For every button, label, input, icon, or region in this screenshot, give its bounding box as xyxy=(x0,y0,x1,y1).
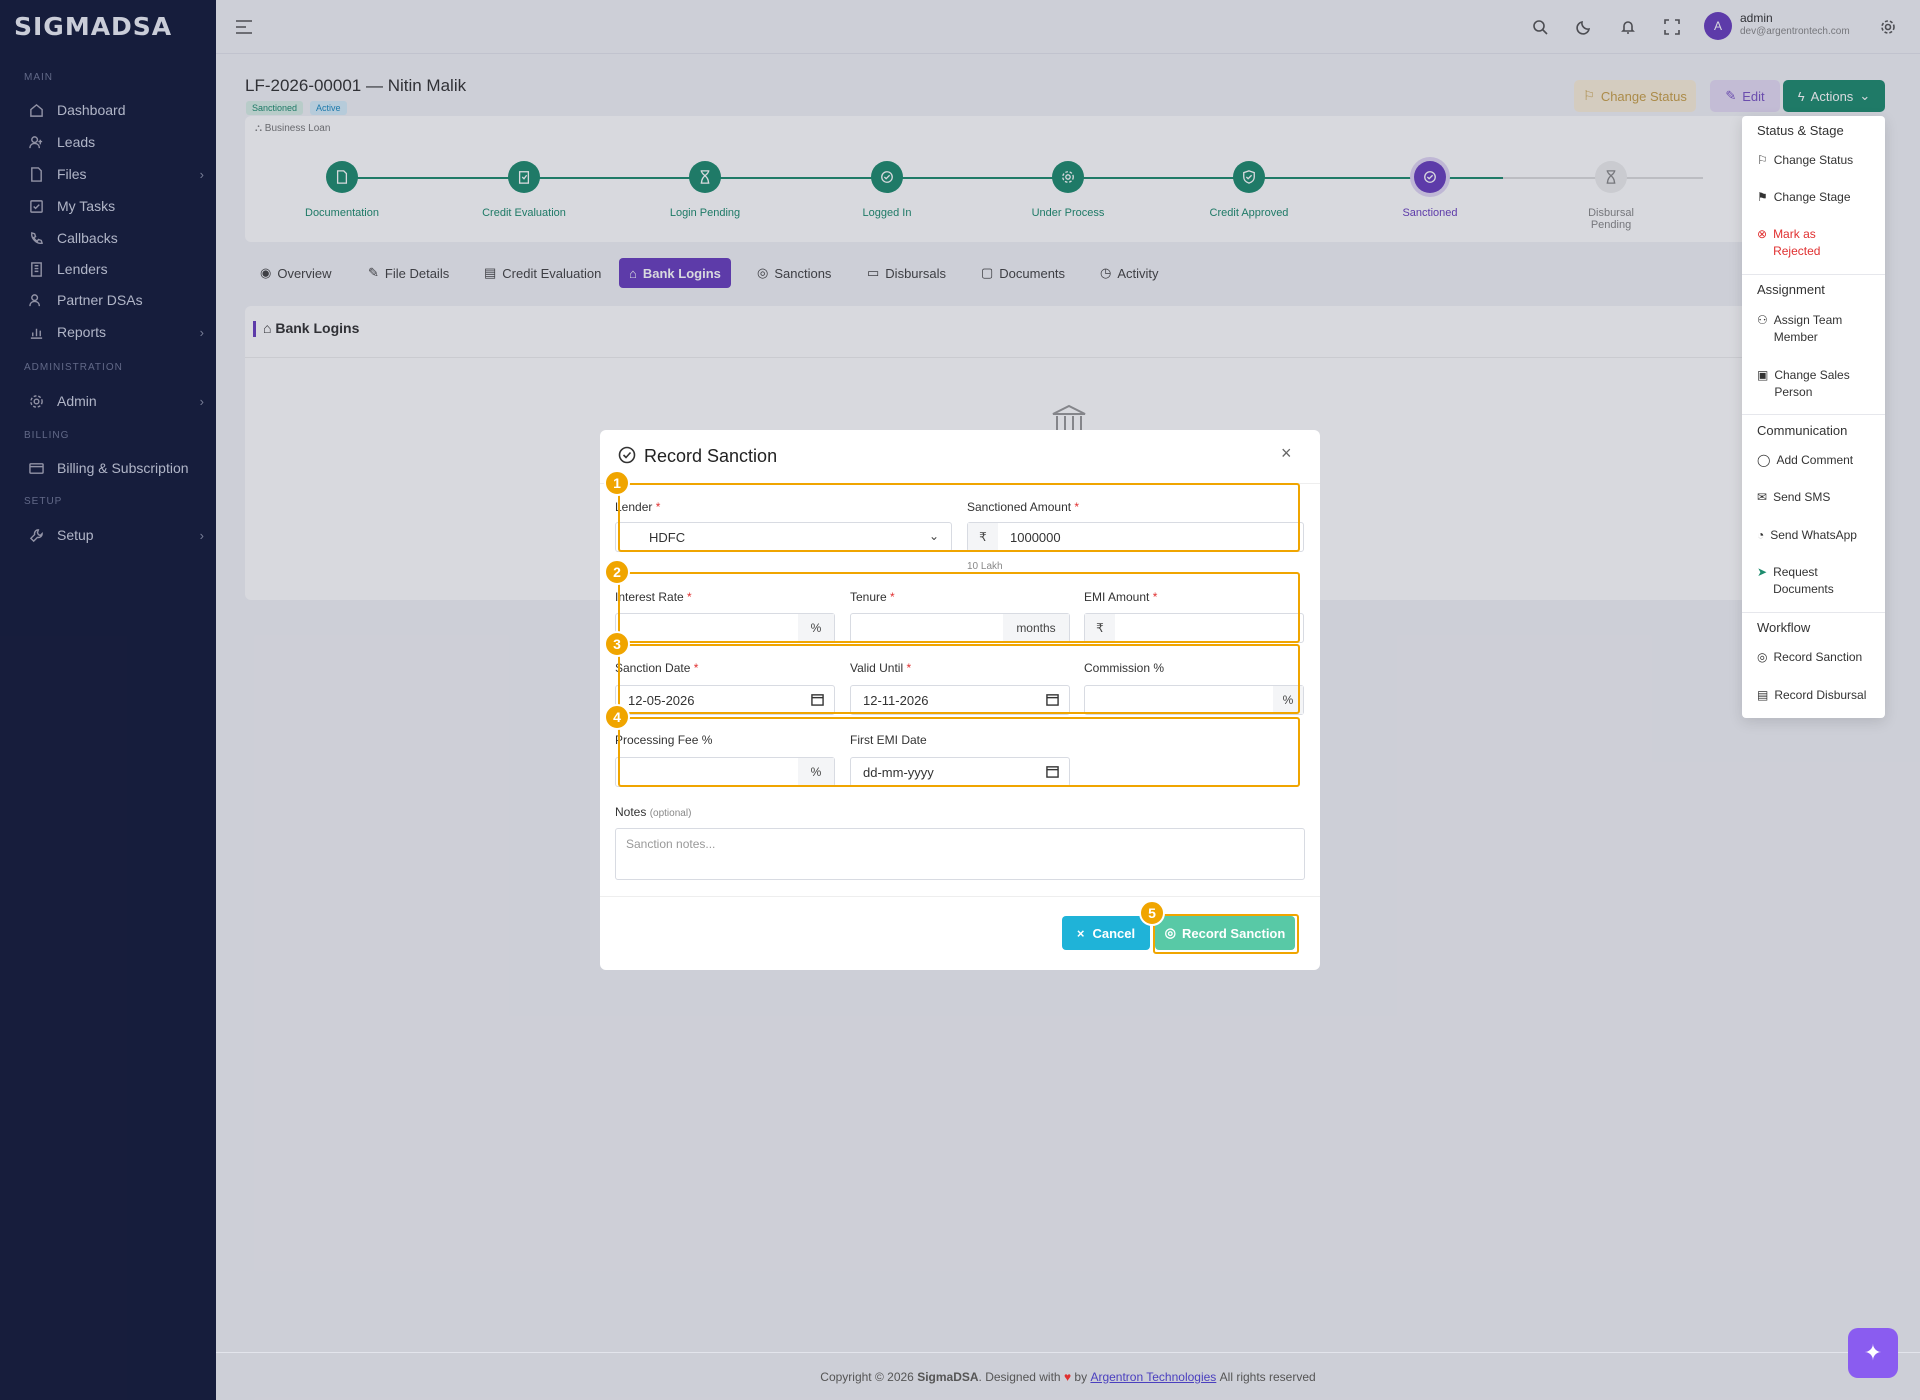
flag-icon: ⚐ xyxy=(1757,153,1768,167)
envelope-icon: ✉ xyxy=(1757,490,1768,504)
menu-item-record-sanction[interactable]: ◎ Record Sanction xyxy=(1757,649,1877,666)
step-marker-3: 3 xyxy=(604,631,630,657)
actions-menu: Status & Stage ⚐ Change Status ⚑ Change St… xyxy=(1742,116,1885,718)
menu-divider xyxy=(1742,612,1885,613)
step-marker-1: 1 xyxy=(604,470,630,496)
menu-item-send-whatsapp[interactable]: ◔ Send WhatsApp xyxy=(1757,527,1877,544)
company-link[interactable]: Argentron Technologies xyxy=(1090,1370,1216,1384)
menu-item-mark-rejected[interactable]: ⊗ Mark as Rejected xyxy=(1757,226,1877,260)
menu-item-record-disbursal[interactable]: ▤ Record Disbursal xyxy=(1757,687,1877,704)
notes-textarea[interactable]: Sanction notes... xyxy=(615,828,1305,880)
menu-item-send-sms[interactable]: ✉ Send SMS xyxy=(1757,489,1877,506)
cancel-button[interactable]: × Cancel xyxy=(1062,916,1150,950)
menu-item-add-comment[interactable]: ◯ Add Comment xyxy=(1757,452,1877,469)
close-icon[interactable]: × xyxy=(1281,444,1292,462)
id-card-icon: ▣ xyxy=(1757,368,1769,382)
step-marker-4: 4 xyxy=(604,704,630,730)
menu-divider xyxy=(1742,274,1885,275)
menu-item-change-status[interactable]: ⚐ Change Status xyxy=(1757,152,1877,169)
money-icon: ▤ xyxy=(1757,688,1769,702)
highlight-box-4 xyxy=(618,717,1300,787)
menu-section-assignment: Assignment xyxy=(1757,282,1825,297)
amount-hint: 10 Lakh xyxy=(967,561,1003,572)
heart-icon: ♥ xyxy=(1063,1369,1072,1384)
footer: Copyright © 2026 SigmaDSA. Designed with… xyxy=(216,1352,1920,1400)
record-sanction-modal: Record Sanction × Lender * HDFC ⌄ Sancti… xyxy=(600,430,1320,970)
signpost-icon: ⚑ xyxy=(1757,190,1768,204)
menu-item-change-stage[interactable]: ⚑ Change Stage xyxy=(1757,189,1877,206)
menu-item-change-sales-person[interactable]: ▣ Change Sales Person xyxy=(1757,367,1877,401)
modal-title: Record Sanction xyxy=(644,446,778,466)
x-icon: × xyxy=(1076,925,1085,941)
menu-section-communication: Communication xyxy=(1757,423,1848,438)
modal-footer-divider xyxy=(600,896,1320,897)
menu-item-request-documents[interactable]: ➤ Request Documents xyxy=(1757,564,1877,598)
step-marker-2: 2 xyxy=(604,559,630,585)
check-circle-icon: ◎ xyxy=(1757,650,1768,664)
send-icon: ➤ xyxy=(1757,565,1768,579)
x-circle-icon: ⊗ xyxy=(1757,227,1768,241)
menu-section-status-stage: Status & Stage xyxy=(1757,123,1844,138)
highlight-box-1 xyxy=(618,483,1300,552)
whatsapp-icon: ◔ xyxy=(1757,528,1765,542)
comment-icon: ◯ xyxy=(1757,453,1771,467)
menu-section-workflow: Workflow xyxy=(1757,620,1811,635)
highlight-box-3 xyxy=(618,644,1300,714)
highlight-box-5 xyxy=(1153,914,1299,954)
notes-label: Notes (optional) xyxy=(615,805,692,819)
menu-divider xyxy=(1742,414,1885,415)
sparkle-assistant-button[interactable]: ✦ xyxy=(1848,1328,1898,1378)
menu-item-assign-team-member[interactable]: ⚇ Assign Team Member xyxy=(1757,312,1877,346)
user-plus-icon: ⚇ xyxy=(1757,313,1768,327)
step-marker-5: 5 xyxy=(1139,900,1165,926)
highlight-box-2 xyxy=(618,572,1300,643)
check-circle-icon xyxy=(618,446,636,464)
